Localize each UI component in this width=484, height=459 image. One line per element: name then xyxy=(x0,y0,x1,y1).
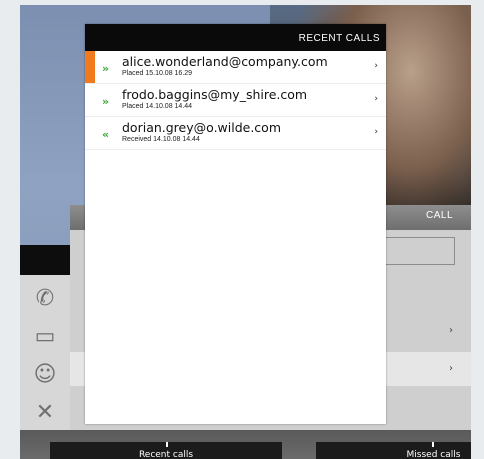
chevron-right-icon[interactable]: › xyxy=(374,61,378,71)
laptop-icon[interactable]: ▭ xyxy=(30,321,60,351)
phone-icon[interactable]: ✆ xyxy=(30,283,60,313)
received-arrow-icon: « xyxy=(102,128,110,141)
recent-call-entry[interactable]: » alice.wonderland@company.com Placed 15… xyxy=(85,51,386,84)
call-status: Received 14.10.08 14.44 xyxy=(122,136,200,143)
recent-call-entry[interactable]: « dorian.grey@o.wilde.com Received 14.10… xyxy=(85,117,386,150)
recent-calls-list: RECENT CALLS » alice.wonderland@company.… xyxy=(85,24,386,424)
missed-calls-button[interactable]: Missed calls xyxy=(316,442,471,459)
video-background: CALL › › ✆ ▭ ☺ ✕ Recent calls Missed cal… xyxy=(20,5,471,459)
chevron-right-icon[interactable]: › xyxy=(374,127,378,137)
missed-calls-label: Missed calls xyxy=(406,450,461,459)
side-menu: ✆ ▭ ☺ ✕ xyxy=(20,275,70,435)
call-address: alice.wonderland@company.com xyxy=(122,54,328,69)
row-chevron-icon[interactable]: › xyxy=(449,325,453,336)
bottom-bar: Recent calls Missed calls xyxy=(20,430,471,459)
placed-arrow-icon: » xyxy=(102,95,110,108)
call-input-field[interactable] xyxy=(375,237,455,265)
tools-icon[interactable]: ✕ xyxy=(30,397,60,427)
recent-call-entry[interactable]: » frodo.baggins@my_shire.com Placed 14.1… xyxy=(85,84,386,117)
recent-calls-title: RECENT CALLS xyxy=(85,24,386,51)
tab-indicator-icon xyxy=(166,442,168,447)
contact-icon[interactable]: ☺ xyxy=(30,359,60,389)
chevron-right-icon[interactable]: › xyxy=(374,94,378,104)
recent-calls-button[interactable]: Recent calls xyxy=(50,442,282,459)
call-panel-title: CALL xyxy=(425,210,453,221)
tab-indicator-icon xyxy=(432,442,435,447)
call-status: Placed 14.10.08 14.44 xyxy=(122,103,193,110)
call-status: Placed 15.10.08 16.29 xyxy=(122,70,193,77)
call-address: dorian.grey@o.wilde.com xyxy=(122,120,282,135)
call-address: frodo.baggins@my_shire.com xyxy=(122,87,308,102)
row-chevron-icon[interactable]: › xyxy=(449,363,453,374)
placed-arrow-icon: » xyxy=(102,62,110,75)
recent-calls-label: Recent calls xyxy=(138,450,194,459)
